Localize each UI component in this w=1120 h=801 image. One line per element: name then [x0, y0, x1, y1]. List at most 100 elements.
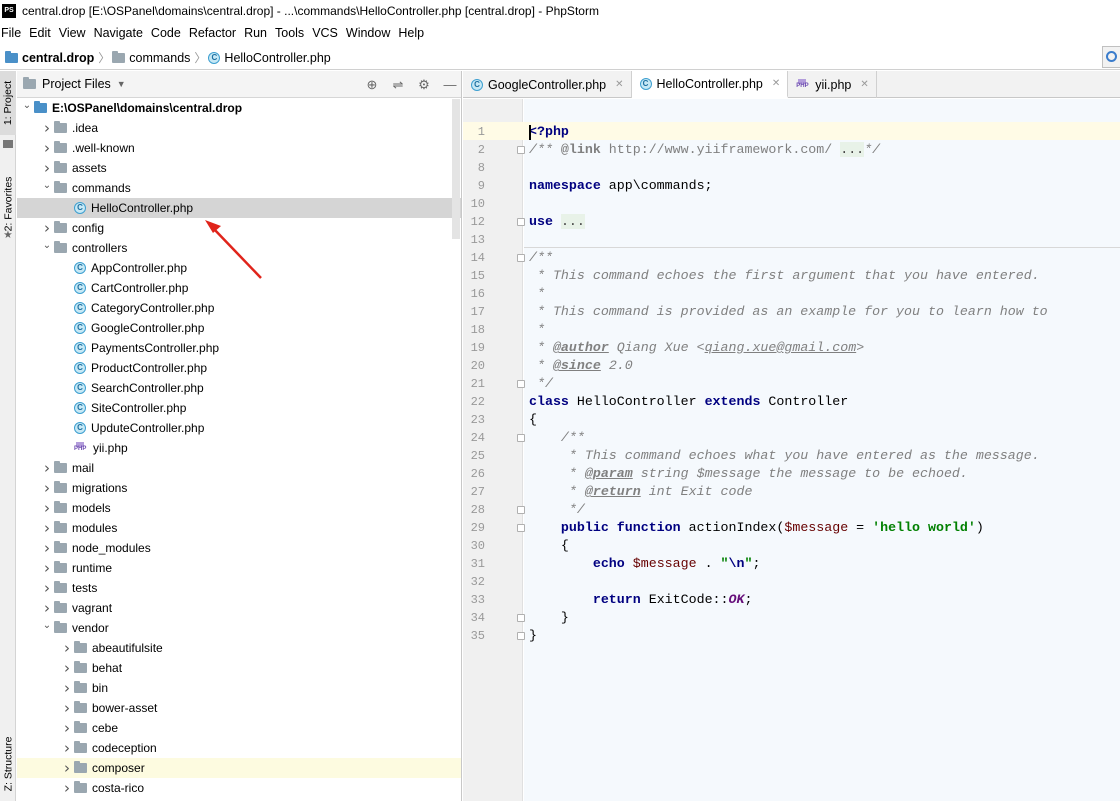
chevron-right-icon[interactable]: ›: [40, 559, 54, 577]
tree-item[interactable]: C PaymentsController.php: [17, 338, 461, 358]
tab-hello-controller[interactable]: C HelloController.php ✕: [631, 71, 789, 98]
chevron-right-icon[interactable]: ›: [60, 639, 74, 657]
tree-item[interactable]: C SiteController.php: [17, 398, 461, 418]
chevron-right-icon[interactable]: ›: [40, 219, 54, 237]
menu-edit[interactable]: Edit: [27, 26, 57, 40]
chevron-right-icon[interactable]: ›: [40, 119, 54, 137]
tree-item[interactable]: › config: [17, 218, 461, 238]
chevron-right-icon[interactable]: ›: [40, 579, 54, 597]
chevron-right-icon[interactable]: ›: [40, 479, 54, 497]
structure-tool-tab[interactable]: Z: Structure: [0, 727, 16, 801]
tree-item[interactable]: › bower-asset: [17, 698, 461, 718]
chevron-right-icon[interactable]: ›: [60, 719, 74, 737]
tree-item[interactable]: C CategoryController.php: [17, 298, 461, 318]
line-number: 31: [470, 557, 485, 571]
tree-item[interactable]: › modules: [17, 518, 461, 538]
tree-item[interactable]: › runtime: [17, 558, 461, 578]
tree-item[interactable]: › vagrant: [17, 598, 461, 618]
project-scrollbar[interactable]: [451, 99, 461, 801]
fold-marker-icon[interactable]: [517, 524, 525, 532]
tree-item[interactable]: › costa-rico: [17, 778, 461, 798]
chevron-right-icon[interactable]: ›: [40, 599, 54, 617]
tree-item[interactable]: › cebe: [17, 718, 461, 738]
tree-item[interactable]: › .well-known: [17, 138, 461, 158]
scroll-from-source-icon[interactable]: ⊕: [361, 75, 383, 95]
tree-item[interactable]: C AppController.php: [17, 258, 461, 278]
breadcrumb-folder[interactable]: commands: [112, 50, 190, 65]
hide-icon[interactable]: —: [439, 75, 461, 95]
close-icon[interactable]: ✕: [860, 79, 868, 90]
menu-navigate[interactable]: Navigate: [92, 26, 149, 40]
chevron-right-icon[interactable]: ›: [40, 139, 54, 157]
chevron-right-icon[interactable]: ›: [40, 499, 54, 517]
tree-item[interactable]: ⌄ commands: [17, 178, 461, 198]
fold-marker-icon[interactable]: [517, 614, 525, 622]
menu-view[interactable]: View: [57, 26, 92, 40]
fold-marker-icon[interactable]: [517, 506, 525, 514]
tree-item[interactable]: › abeautifulsite: [17, 638, 461, 658]
tree-item[interactable]: › migrations: [17, 478, 461, 498]
tree-item[interactable]: C ProductController.php: [17, 358, 461, 378]
chevron-right-icon[interactable]: ›: [60, 659, 74, 677]
chevron-down-icon[interactable]: ⌄: [40, 620, 54, 631]
chevron-right-icon[interactable]: ›: [60, 739, 74, 757]
tree-item[interactable]: PHP yii.php: [17, 438, 461, 458]
tree-item[interactable]: ⌄ vendor: [17, 618, 461, 638]
collapse-all-icon[interactable]: ⇌: [387, 75, 409, 95]
menu-file[interactable]: File: [0, 26, 27, 40]
tab-google-controller[interactable]: C GoogleController.php ✕: [463, 71, 632, 98]
chevron-right-icon[interactable]: ›: [60, 779, 74, 797]
tab-yii-php[interactable]: PHP yii.php ✕: [788, 71, 877, 98]
tree-item[interactable]: › composer: [17, 758, 461, 778]
close-icon[interactable]: ✕: [772, 78, 780, 89]
scrollbar-thumb[interactable]: [452, 99, 460, 239]
tree-item[interactable]: › tests: [17, 578, 461, 598]
tree-item[interactable]: › codeception: [17, 738, 461, 758]
tree-item[interactable]: › mail: [17, 458, 461, 478]
chevron-right-icon[interactable]: ›: [60, 679, 74, 697]
chevron-down-icon[interactable]: ⌄: [40, 180, 54, 191]
chevron-right-icon[interactable]: ›: [40, 159, 54, 177]
chevron-right-icon[interactable]: ›: [40, 459, 54, 477]
menu-vcs[interactable]: VCS: [310, 26, 344, 40]
fold-marker-icon[interactable]: [517, 146, 525, 154]
menu-refactor[interactable]: Refactor: [187, 26, 242, 40]
chevron-right-icon[interactable]: ›: [40, 539, 54, 557]
tree-item[interactable]: › models: [17, 498, 461, 518]
menu-run[interactable]: Run: [242, 26, 273, 40]
code-editor[interactable]: 1 2 8 9 10 12 13 14 15 16 17 18 19 20 21 22 23 24 25 26 27 28…: [463, 99, 1120, 801]
tree-item[interactable]: › assets: [17, 158, 461, 178]
tree-item[interactable]: › node_modules: [17, 538, 461, 558]
fold-marker-icon[interactable]: [517, 218, 525, 226]
project-tool-tab[interactable]: 1: Project: [0, 71, 16, 135]
tree-item[interactable]: C SearchController.php: [17, 378, 461, 398]
fold-marker-icon[interactable]: [517, 254, 525, 262]
tree-item[interactable]: C CartController.php: [17, 278, 461, 298]
tree-item[interactable]: C UpduteController.php: [17, 418, 461, 438]
tree-item[interactable]: › .idea: [17, 118, 461, 138]
close-icon[interactable]: ✕: [615, 79, 623, 90]
project-view-selector[interactable]: Project Files ▼: [23, 77, 126, 91]
menu-tools[interactable]: Tools: [273, 26, 310, 40]
menu-help[interactable]: Help: [396, 26, 430, 40]
chevron-right-icon[interactable]: ›: [40, 519, 54, 537]
chevron-right-icon[interactable]: ›: [60, 699, 74, 717]
menu-window[interactable]: Window: [344, 26, 396, 40]
tree-item[interactable]: C GoogleController.php: [17, 318, 461, 338]
fold-marker-icon[interactable]: [517, 380, 525, 388]
tree-item[interactable]: › bin: [17, 678, 461, 698]
menu-code[interactable]: Code: [149, 26, 187, 40]
breadcrumb-root[interactable]: central.drop: [5, 50, 94, 65]
fold-marker-icon[interactable]: [517, 632, 525, 640]
tree-root[interactable]: ⌄ E:\OSPanel\domains\central.drop: [17, 98, 461, 118]
tree-item[interactable]: › behat: [17, 658, 461, 678]
chevron-down-icon[interactable]: ⌄: [40, 240, 54, 251]
gear-icon[interactable]: ⚙: [413, 75, 435, 95]
breadcrumb-file[interactable]: C HelloController.php: [208, 51, 331, 65]
tree-item[interactable]: C HelloController.php: [17, 198, 461, 218]
fold-marker-icon[interactable]: [517, 434, 525, 442]
chevron-down-icon[interactable]: ⌄: [20, 100, 34, 111]
toolbar-overflow-button[interactable]: [1102, 46, 1120, 68]
chevron-right-icon[interactable]: ›: [60, 759, 74, 777]
tree-item[interactable]: ⌄ controllers: [17, 238, 461, 258]
